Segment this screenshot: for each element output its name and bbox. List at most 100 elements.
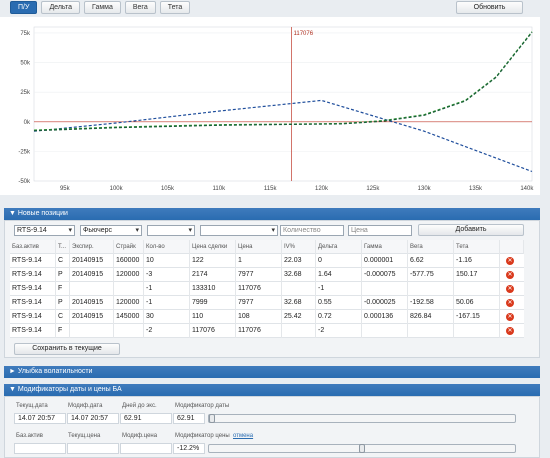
table-cell: 32.68 <box>282 296 316 310</box>
column-header[interactable]: Т... <box>56 240 70 254</box>
modifiers-header[interactable]: ▼ Модификаторы даты и цены БА <box>4 384 540 396</box>
modified-date-label: Модиф.дата <box>68 403 103 409</box>
y-tick-label: 0k <box>24 120 31 126</box>
x-tick-label: 140k <box>520 186 534 192</box>
table-cell: F <box>56 282 70 296</box>
table-cell: -1 <box>144 282 190 296</box>
base-asset-label: Баз.актив <box>16 433 43 439</box>
table-cell: 10 <box>144 254 190 268</box>
column-header[interactable]: Гамма <box>362 240 408 254</box>
x-tick-label: 100k <box>110 186 124 192</box>
date-slider-handle[interactable] <box>209 414 215 423</box>
x-tick-label: 115k <box>264 186 278 192</box>
column-header[interactable]: Тета <box>454 240 500 254</box>
table-cell: C <box>56 254 70 268</box>
price-input[interactable]: Цена <box>348 225 412 236</box>
table-row: RTS-9.14 P 20140915 120000 -1 7999 7977 32.68 0.… <box>10 296 524 310</box>
price-modifier-value: -12.2% <box>173 443 205 454</box>
table-cell <box>454 282 500 296</box>
days-to-expiry-label: Дней до экс. <box>122 403 157 409</box>
tab-delta[interactable]: Дельта <box>41 1 81 14</box>
column-header[interactable]: Дельта <box>316 240 362 254</box>
table-row: RTS-9.14 C 20140915 145000 30 110 108 25.42 0.72… <box>10 310 524 324</box>
cancel-link[interactable]: отмена <box>233 433 253 439</box>
base-asset-select[interactable]: RTS-9.14 <box>14 225 75 236</box>
table-cell: 160000 <box>114 254 144 268</box>
delete-row-icon[interactable]: ✕ <box>506 271 514 279</box>
days-to-expiry-value: 62.91 <box>120 413 172 424</box>
table-cell: 0.000001 <box>362 254 408 268</box>
table-cell: -1 <box>316 282 362 296</box>
table-cell: P <box>56 296 70 310</box>
y-tick-label: 50k <box>20 61 31 67</box>
quantity-input[interactable]: Количество <box>280 225 344 236</box>
column-header[interactable]: Цена сделки <box>190 240 236 254</box>
table-cell: -577.75 <box>408 268 454 282</box>
column-header[interactable]: Кол-во <box>144 240 190 254</box>
spot-price-label: 117076 <box>293 31 313 37</box>
table-cell: 7977 <box>236 268 282 282</box>
column-header[interactable]: Экспир. <box>70 240 114 254</box>
table-cell <box>362 282 408 296</box>
table-cell: RTS-9.14 <box>10 254 56 268</box>
table-cell: 6.62 <box>408 254 454 268</box>
base-asset-value: RTS-9.14 <box>17 227 47 234</box>
table-cell: 30 <box>144 310 190 324</box>
table-cell: -1.16 <box>454 254 500 268</box>
table-row: RTS-9.14 P 20140915 120000 -3 2174 7977 32.68 1.… <box>10 268 524 282</box>
modified-date-value: 14.07 20:57 <box>67 413 119 424</box>
table-cell: 0.72 <box>316 310 362 324</box>
date-modifier-slider[interactable] <box>208 414 516 423</box>
price-slider-handle[interactable] <box>359 444 365 453</box>
delete-row-icon[interactable]: ✕ <box>506 285 514 293</box>
strike-select[interactable] <box>200 225 278 236</box>
table-cell: 1 <box>236 254 282 268</box>
table-cell: 7999 <box>190 296 236 310</box>
volatility-smile-header[interactable]: ► Улыбка волатильности <box>4 366 540 378</box>
table-cell: 108 <box>236 310 282 324</box>
column-header[interactable]: Страйк <box>114 240 144 254</box>
y-tick-label: -50k <box>18 179 31 185</box>
tab-pnl[interactable]: П/У <box>10 1 38 14</box>
delete-row-icon[interactable]: ✕ <box>506 327 514 335</box>
pnl-chart: 75k 50k 25k 0k -25k -50k 95k 100k 105k 110k 115k 12… <box>0 17 540 195</box>
date-modifier-label: Модификатор даты <box>175 403 230 409</box>
delete-row-icon[interactable]: ✕ <box>506 299 514 307</box>
table-cell <box>70 282 114 296</box>
price-modifier-slider[interactable] <box>208 444 516 453</box>
table-cell: 0.000136 <box>362 310 408 324</box>
tab-theta[interactable]: Тета <box>159 1 191 14</box>
table-cell <box>454 324 500 338</box>
column-header[interactable]: Цена <box>236 240 282 254</box>
table-cell: 1.64 <box>316 268 362 282</box>
x-tick-label: 110k <box>213 186 227 192</box>
column-header[interactable]: Баз.актив <box>10 240 56 254</box>
expiration-select[interactable] <box>147 225 195 236</box>
table-row: RTS-9.14 F -2 117076 117076 -2 ✕ <box>10 324 524 338</box>
table-cell: RTS-9.14 <box>10 268 56 282</box>
add-button[interactable]: Добавить <box>418 224 524 236</box>
x-tick-label: 125k <box>366 186 380 192</box>
instrument-type-select[interactable]: Фьючерс <box>80 225 142 236</box>
table-cell: 826.84 <box>408 310 454 324</box>
new-positions-header[interactable]: ▼ Новые позиции <box>4 208 540 220</box>
column-header[interactable]: Вега <box>408 240 454 254</box>
delete-row-icon[interactable]: ✕ <box>506 313 514 321</box>
table-cell: 120000 <box>114 296 144 310</box>
table-cell <box>362 324 408 338</box>
save-to-current-button[interactable]: Сохранить в текущие <box>14 343 120 355</box>
column-header-actions <box>500 240 524 254</box>
refresh-button[interactable]: Обновить <box>456 1 523 14</box>
table-cell: -3 <box>144 268 190 282</box>
tab-gamma[interactable]: Гамма <box>84 1 121 14</box>
x-tick-label: 120k <box>315 186 329 192</box>
table-cell: 122 <box>190 254 236 268</box>
table-cell: 133310 <box>190 282 236 296</box>
table-cell: P <box>56 268 70 282</box>
column-header[interactable]: IV% <box>282 240 316 254</box>
table-cell: -2 <box>316 324 362 338</box>
table-cell: 2174 <box>190 268 236 282</box>
delete-row-icon[interactable]: ✕ <box>506 257 514 265</box>
tab-vega[interactable]: Вега <box>124 1 156 14</box>
x-tick-label: 135k <box>469 186 483 192</box>
